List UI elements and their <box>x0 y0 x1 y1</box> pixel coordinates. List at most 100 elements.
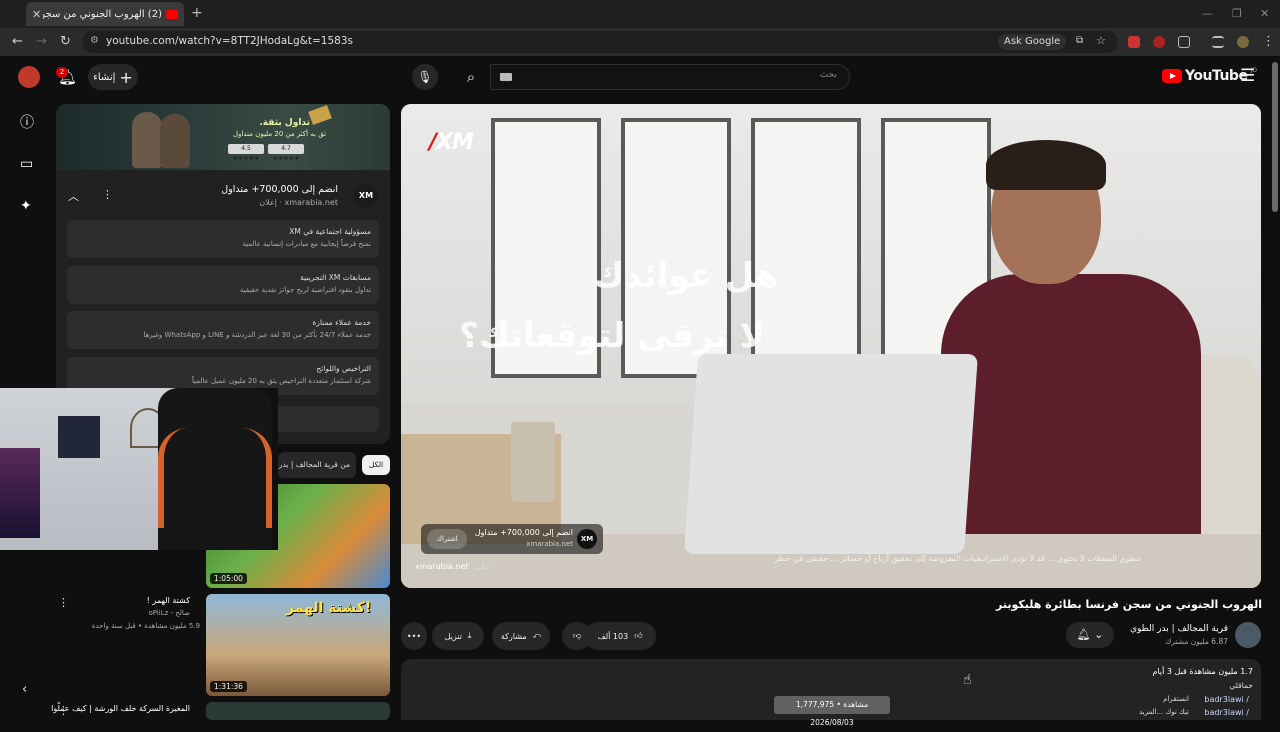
address-bar-row: ← → ↻ ⚙ youtube.com/watch?v=8TT2JHodaLg&… <box>0 28 1280 56</box>
download-label: تنزيل <box>444 631 462 641</box>
info-icon[interactable]: ⓘ <box>20 112 34 132</box>
ad-sitelink[interactable]: خدمة عملاء ممتازة خدمة عملاء 24/7 بأكثر … <box>67 311 379 349</box>
guide-menu-icon[interactable]: ☰ <box>1240 66 1255 86</box>
cast-icon[interactable]: ⧉ <box>1076 35 1083 46</box>
maximize-icon[interactable]: ❐ <box>1232 7 1242 20</box>
new-tab-button[interactable]: + <box>191 5 203 21</box>
ad-sitelink[interactable]: مسابقات XM التجريبية تداول بنقود افتراضي… <box>67 266 379 304</box>
related-more-icon[interactable]: ⋮ <box>58 596 69 609</box>
youtube-play-icon <box>1162 69 1182 83</box>
player-domain[interactable]: xmarabia.net <box>415 562 469 571</box>
ad-sitelink-desc: شركة استثمار متعددة التراخيص يثق به 20 م… <box>192 377 371 385</box>
instagram-link[interactable]: badr3lawi / <box>1204 695 1249 704</box>
ask-google-button[interactable]: Ask Google <box>998 34 1067 50</box>
webcam-chair-stripe <box>158 428 272 528</box>
player-ad-subscribe-button[interactable]: اشتراك <box>427 529 467 549</box>
like-icon[interactable]: 👍︎ <box>634 631 642 641</box>
ad-banner-image[interactable]: تداول بثقة. ثق به أكثر من 20 مليون متداو… <box>56 104 390 170</box>
ad-sitelink-title: خدمة عملاء ممتازة <box>312 318 371 327</box>
share-button[interactable]: ⤺ مشاركة <box>492 622 550 650</box>
tiktok-link[interactable]: badr3lawi / <box>1204 708 1249 717</box>
ad-title[interactable]: انضم إلى 700,000+ متداول <box>221 184 338 195</box>
player-ad-label: إعلان <box>475 562 492 571</box>
minimize-icon[interactable]: — <box>1202 7 1213 20</box>
video-player[interactable]: /XM هل عوائدك لا ترقى لتوقعاتك؟ تنطوي ال… <box>401 104 1261 588</box>
chip-all[interactable]: الكل <box>362 455 390 475</box>
description-tag: خماقلي <box>1229 681 1253 690</box>
reload-icon[interactable]: ↻ <box>60 34 71 49</box>
related-title[interactable]: المغيرة السركة خلف الورشة | كيف عملّوا <box>51 704 190 713</box>
extension-red-icon[interactable] <box>1128 36 1140 48</box>
collapse-chevron-up-icon[interactable]: ︿ <box>68 188 79 204</box>
bookmark-star-icon[interactable]: ☆ <box>1096 34 1106 47</box>
reading-list-icon[interactable] <box>1212 36 1224 48</box>
notifications-badge: 2 <box>56 67 68 78</box>
profile-avatar-icon[interactable] <box>1237 36 1249 48</box>
related-more-icon[interactable]: ⋮ <box>58 704 69 717</box>
player-headline-1: هل عوائدك <box>593 256 779 296</box>
tab-close-icon[interactable]: ✕ <box>32 8 41 21</box>
thumbnail-text: كشتة الهمر! <box>286 600 372 616</box>
channel-avatar[interactable] <box>1235 622 1261 648</box>
ad-more-icon[interactable]: ⋮ <box>102 188 113 201</box>
related-title[interactable]: كشتة الهمر ! <box>147 596 190 605</box>
like-count[interactable]: 103 ألف <box>597 632 628 641</box>
video-duration: 1:31:36 <box>210 681 247 692</box>
video-title: الهروب الجنوني من سجن فرنسا بطائرة هليكو… <box>995 598 1262 611</box>
search-icon[interactable]: ⌕ <box>452 64 490 90</box>
sparkle-icon[interactable]: ✦ <box>20 198 32 214</box>
extensions-puzzle-icon[interactable] <box>1178 36 1190 48</box>
dislike-button[interactable]: 👎︎ <box>562 622 592 650</box>
player-ad-domain: xmarabia.net <box>526 540 573 548</box>
related-thumbnail[interactable]: كشتة الهمر! 1:31:36 <box>206 594 390 696</box>
player-laptop <box>684 354 978 554</box>
ad-advertiser-logo: XM <box>354 184 378 208</box>
more-actions-button[interactable]: ••• <box>401 622 427 650</box>
youtube-favicon-icon <box>166 9 178 19</box>
ad-sitelink-title: التراخيص واللوائح <box>316 364 371 373</box>
url-text[interactable]: youtube.com/watch?v=8TT2JHodaLg&t=1583s <box>106 35 353 47</box>
tiktok-label[interactable]: تيك توك ...المزيد <box>1139 708 1189 716</box>
close-window-icon[interactable]: ✕ <box>1260 7 1269 20</box>
account-avatar[interactable] <box>18 66 40 88</box>
ad-banner-sub: ثق به أكثر من 20 مليون متداول <box>233 130 326 138</box>
search-input[interactable]: بحث <box>490 64 850 90</box>
ad-rating-1: 4.7 ★★★★★ <box>268 144 304 162</box>
back-icon[interactable]: ← <box>12 34 23 49</box>
ad-domain: xmarabia.net · إعلان <box>259 198 338 207</box>
player-brand-text: XM <box>436 130 474 155</box>
ad-sitelink[interactable]: مسؤولية اجتماعية في XM نمنح فرصاً إيجابي… <box>67 220 379 258</box>
omnibox[interactable]: ⚙ youtube.com/watch?v=8TT2JHodaLg&t=1583… <box>82 31 1118 53</box>
channel-name[interactable]: قرية المجالف | بدر الطوي <box>1130 624 1228 634</box>
browser-menu-icon[interactable]: ⋮ <box>1262 34 1275 49</box>
download-button[interactable]: ⤓ تنزيل <box>432 622 484 650</box>
player-ad-overlay[interactable]: XM انضم إلى 700,000+ متداول xmarabia.net… <box>421 524 603 554</box>
ad-sitelink-title: مسؤولية اجتماعية في XM <box>289 227 371 236</box>
subscribed-bell-button[interactable]: 🔔︎ ⌄ <box>1066 622 1114 648</box>
create-button[interactable]: إنشاء + <box>88 64 138 90</box>
player-ad-logo: XM <box>577 529 597 549</box>
webcam-poster <box>58 416 100 458</box>
extension-shield-icon[interactable] <box>1153 36 1165 48</box>
ad-sitelink-title: مسابقات XM التجريبية <box>300 273 371 282</box>
create-label: إنشاء <box>93 71 116 83</box>
more-dots-icon: ••• <box>406 631 422 641</box>
search-placeholder: بحث <box>819 70 837 80</box>
window-pane <box>751 118 861 378</box>
browser-tab[interactable]: (2) الهروب الجنوني من سجن فرنسا ✕ <box>26 2 184 26</box>
video-duration: 1:05:00 <box>210 573 247 584</box>
youtube-wordmark: YouTube <box>1185 68 1248 84</box>
keyboard-icon[interactable] <box>500 73 512 81</box>
player-ad-title: انضم إلى 700,000+ متداول <box>474 528 573 537</box>
voice-search-icon[interactable]: 🎙︎ <box>412 64 438 90</box>
forward-icon[interactable]: → <box>36 34 47 49</box>
page-scrollbar[interactable] <box>1272 62 1278 212</box>
player-headline-2: لا ترقى لتوقعاتك؟ <box>459 316 765 356</box>
like-dislike-group: 👍︎ 103 ألف <box>584 622 656 650</box>
related-thumbnail[interactable] <box>206 702 390 720</box>
chevron-left-icon[interactable]: ‹ <box>22 682 27 697</box>
chip-channel[interactable]: من قرية المجالف | بدر الطوي <box>278 452 356 478</box>
related-channel[interactable]: صالح - oPiiLz <box>148 609 190 617</box>
site-info-icon[interactable]: ⚙ <box>90 35 99 46</box>
chat-icon[interactable]: ▭ <box>20 156 33 172</box>
